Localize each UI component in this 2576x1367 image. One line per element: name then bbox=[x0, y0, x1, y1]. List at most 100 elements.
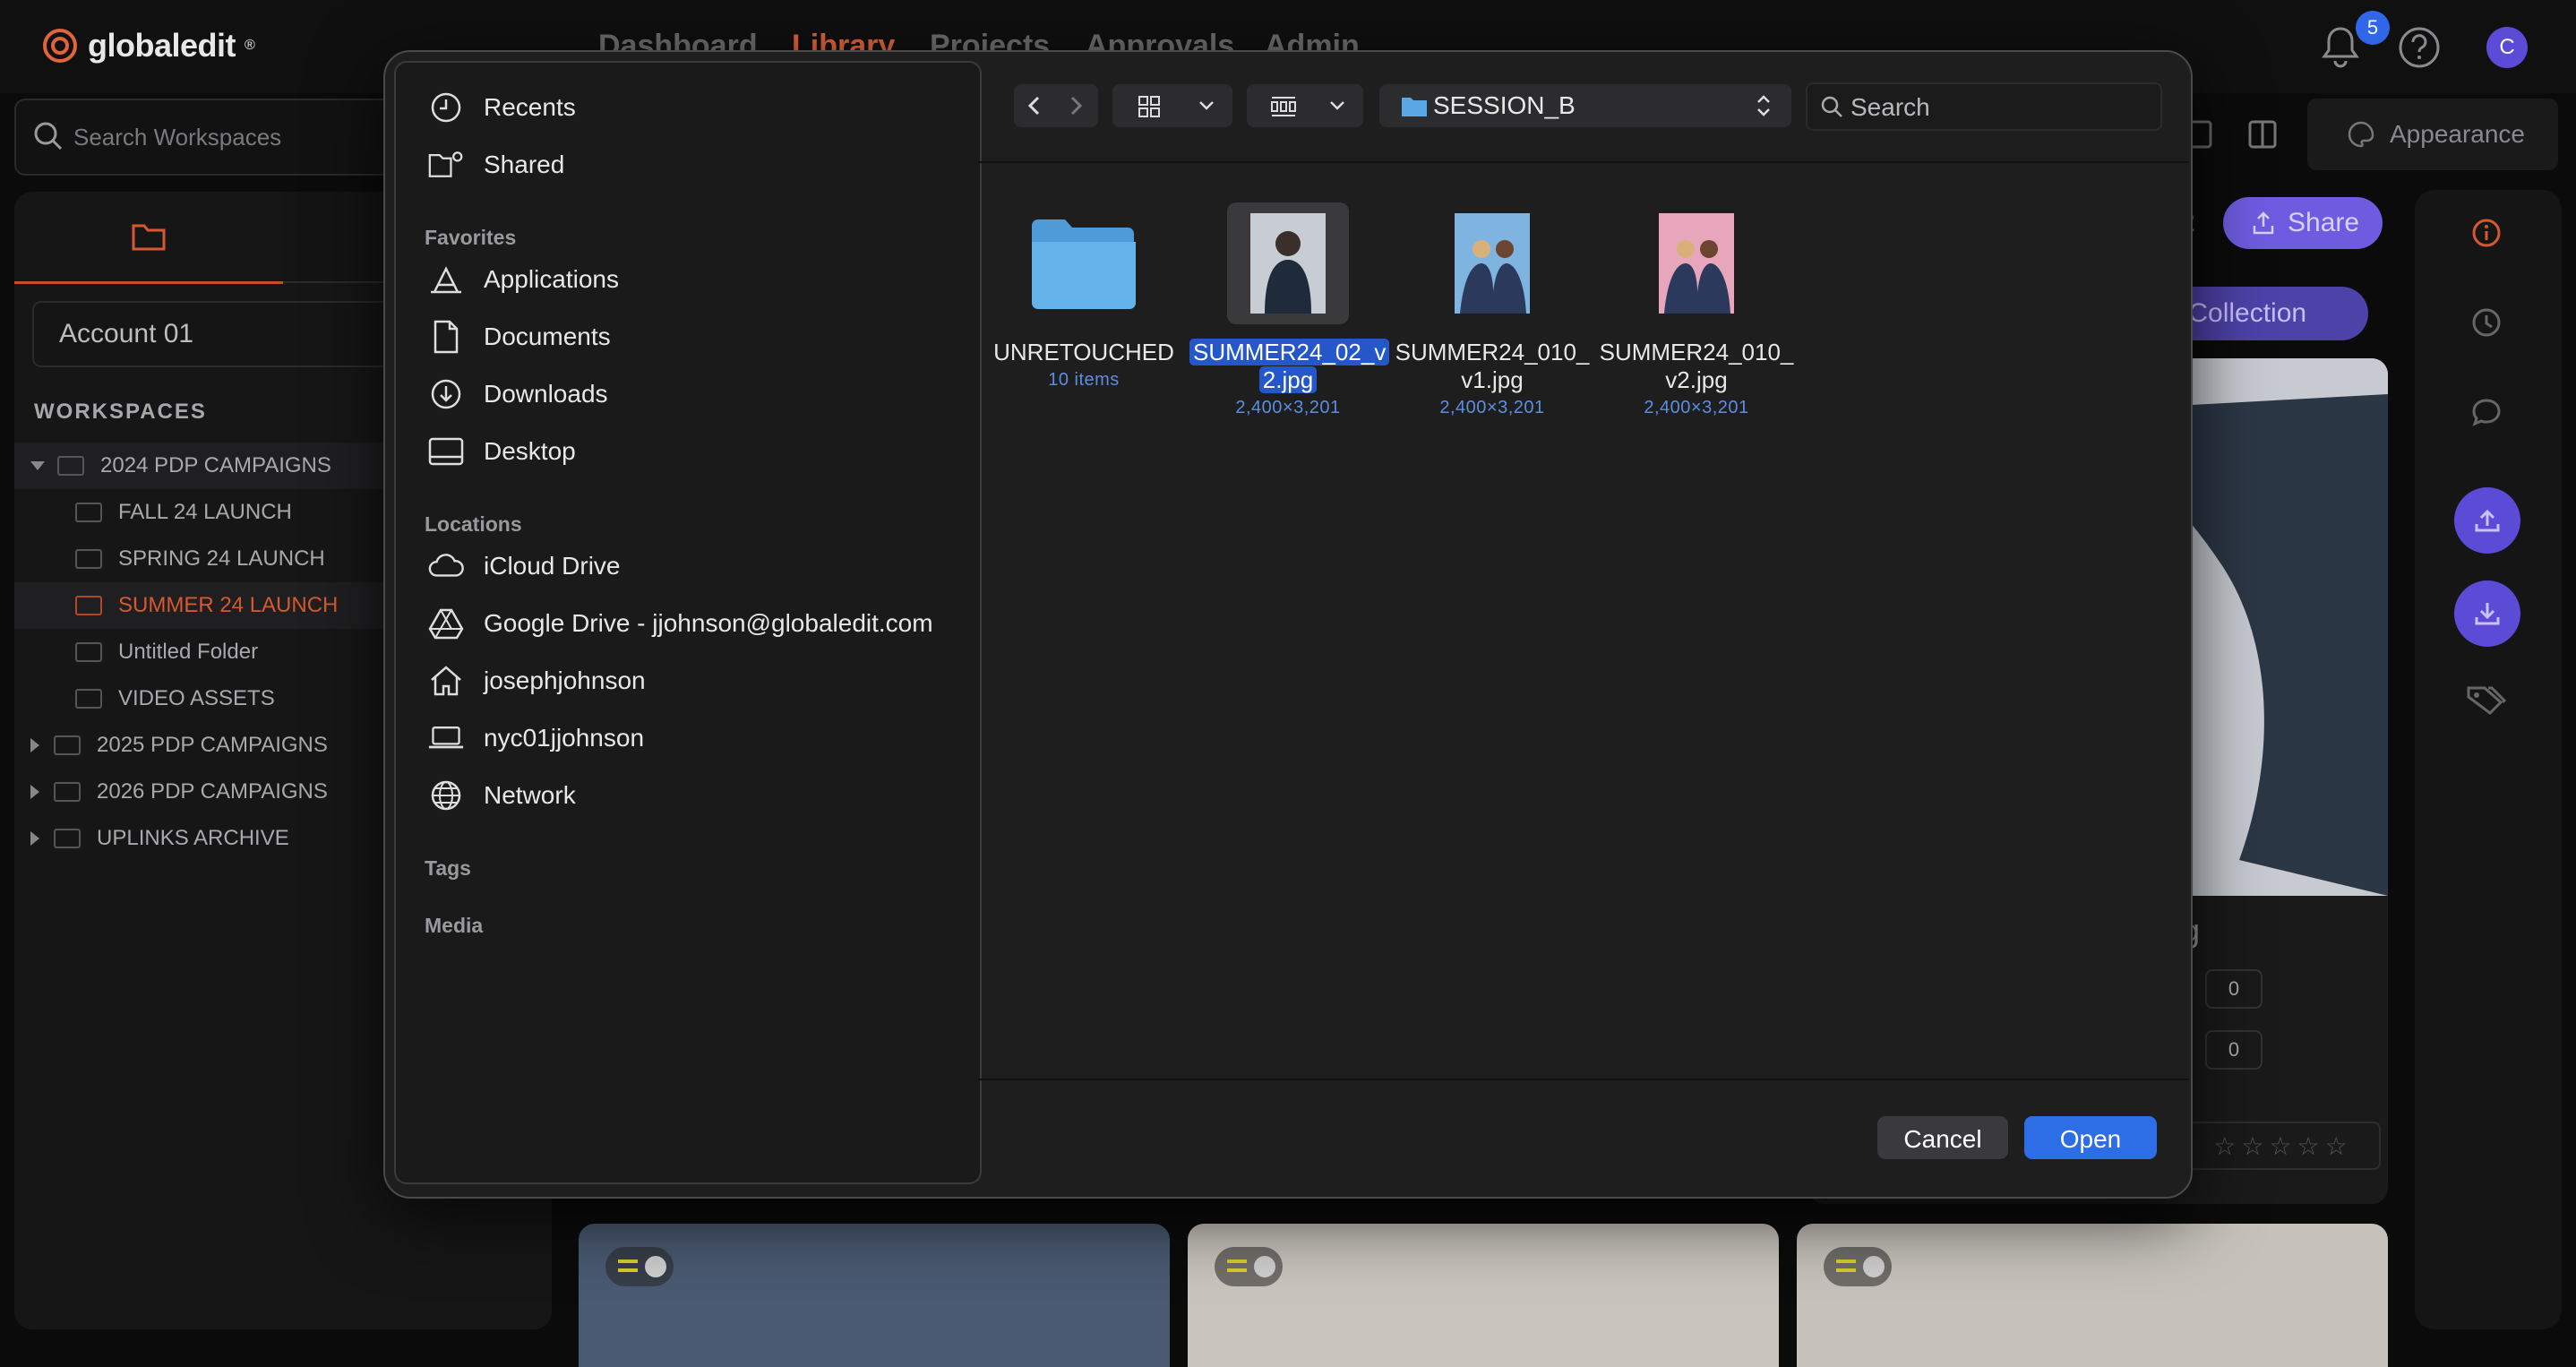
tree-item-uplinks-archive[interactable]: UPLINKS ARCHIVE bbox=[30, 815, 289, 862]
sidebar-item-desktop[interactable]: Desktop bbox=[428, 434, 576, 469]
star-rating[interactable]: ☆☆☆☆☆ bbox=[2185, 1122, 2381, 1170]
tree-item-summer-24[interactable]: SUMMER 24 LAUNCH bbox=[75, 582, 338, 629]
asset-status-pill[interactable] bbox=[1824, 1247, 1892, 1286]
split-view-icon[interactable] bbox=[2246, 118, 2279, 150]
sidebar-item-documents[interactable]: Documents bbox=[428, 319, 611, 355]
file-name-line1: SUMMER24_02_v bbox=[1189, 339, 1390, 365]
search-icon bbox=[1821, 96, 1842, 117]
open-label: Open bbox=[2059, 1125, 2122, 1153]
dialog-search-input[interactable]: Search bbox=[1806, 82, 2162, 131]
workspaces-heading: WORKSPACES bbox=[34, 400, 207, 424]
photo-thumbnail bbox=[1250, 213, 1326, 314]
file-item-folder[interactable]: UNRETOUCHED 10 items bbox=[985, 202, 1182, 391]
document-icon bbox=[428, 319, 464, 355]
asset-status-pill[interactable] bbox=[605, 1247, 674, 1286]
file-name: SUMMER24_010_ v1.jpg bbox=[1394, 339, 1591, 394]
asset-thumbnail[interactable] bbox=[579, 1224, 1170, 1367]
group-icon bbox=[1271, 97, 1296, 116]
file-item-selected[interactable]: SUMMER24_02_v 2.jpg 2,400×3,201 bbox=[1189, 202, 1390, 418]
expand-caret-icon[interactable] bbox=[30, 785, 39, 799]
upload-button[interactable] bbox=[2454, 487, 2520, 554]
cancel-label: Cancel bbox=[1903, 1125, 1982, 1153]
asset-thumbnail[interactable] bbox=[1797, 1224, 2388, 1367]
desktop-icon bbox=[428, 434, 464, 469]
image-thumbnail bbox=[1431, 202, 1553, 324]
tree-item-2025-pdp-campaigns[interactable]: 2025 PDP CAMPAIGNS bbox=[30, 722, 328, 769]
path-selector[interactable]: SESSION_B bbox=[1379, 84, 1791, 127]
asset-thumbnail[interactable] bbox=[1188, 1224, 1779, 1367]
upload-icon bbox=[2475, 509, 2500, 532]
sidebar-item-applications[interactable]: Applications bbox=[428, 262, 619, 297]
sidebar-item-label: iCloud Drive bbox=[484, 552, 621, 580]
sidebar-item-icloud-drive[interactable]: iCloud Drive bbox=[428, 548, 621, 584]
open-button[interactable]: Open bbox=[2024, 1116, 2157, 1159]
globe-icon bbox=[428, 778, 464, 813]
tags-icon[interactable] bbox=[2465, 683, 2508, 718]
tree-item-untitled-folder[interactable]: Untitled Folder bbox=[75, 629, 258, 675]
sidebar-item-home[interactable]: josephjohnson bbox=[428, 663, 646, 699]
asset-status-pill[interactable] bbox=[1215, 1247, 1283, 1286]
media-heading[interactable]: Media bbox=[425, 914, 483, 938]
expand-caret-icon[interactable] bbox=[30, 738, 39, 752]
tab-folders[interactable] bbox=[14, 192, 283, 284]
chevron-down-icon bbox=[1199, 101, 1214, 110]
sidebar-item-computer[interactable]: nyc01jjohnson bbox=[428, 720, 644, 756]
sidebar-item-label: josephjohnson bbox=[484, 666, 646, 694]
account-selector[interactable]: Account 01 bbox=[32, 301, 430, 367]
search-icon bbox=[32, 120, 64, 152]
locations-heading: Locations bbox=[425, 512, 522, 536]
folder-icon bbox=[75, 642, 102, 662]
back-forward-control bbox=[1014, 84, 1098, 127]
tree-item-label: 2026 PDP CAMPAIGNS bbox=[97, 779, 328, 804]
tree-item-fall-24[interactable]: FALL 24 LAUNCH bbox=[75, 489, 292, 536]
info-icon[interactable] bbox=[2470, 217, 2503, 249]
history-icon[interactable] bbox=[2470, 306, 2503, 339]
sidebar-item-label: Recents bbox=[484, 93, 576, 121]
photo-thumbnail bbox=[1659, 213, 1734, 314]
file-name-line1: SUMMER24_010_ bbox=[1599, 339, 1794, 365]
file-name-line2: v2.jpg bbox=[1665, 366, 1728, 393]
file-item[interactable]: SUMMER24_010_ v2.jpg 2,400×3,201 bbox=[1598, 202, 1795, 418]
globaledit-logo-icon bbox=[43, 29, 77, 63]
help-icon[interactable] bbox=[2397, 25, 2442, 70]
folder-icon bbox=[75, 689, 102, 709]
image-thumbnail bbox=[1636, 202, 1757, 324]
chevron-down-icon bbox=[1330, 101, 1344, 110]
share-button[interactable]: Share bbox=[2223, 197, 2383, 249]
workspace-search-input[interactable]: Search Workspaces bbox=[14, 99, 394, 176]
tree-item-spring-24[interactable]: SPRING 24 LAUNCH bbox=[75, 536, 325, 582]
tags-heading[interactable]: Tags bbox=[425, 856, 471, 881]
tree-item-2026-pdp-campaigns[interactable]: 2026 PDP CAMPAIGNS bbox=[30, 769, 328, 815]
status-icon bbox=[1836, 1260, 1856, 1272]
comment-icon[interactable] bbox=[2470, 396, 2503, 428]
view-mode-selector[interactable] bbox=[1112, 84, 1232, 127]
appearance-button[interactable]: Appearance bbox=[2307, 99, 2558, 170]
workspace-icon bbox=[57, 456, 84, 476]
sidebar-item-label: Google Drive - jjohnson@globaledit.com bbox=[484, 609, 933, 637]
file-name-line2: 2.jpg bbox=[1258, 366, 1318, 393]
cancel-button[interactable]: Cancel bbox=[1877, 1116, 2008, 1159]
workspace-icon bbox=[54, 829, 81, 848]
tree-item-label: UPLINKS ARCHIVE bbox=[97, 826, 289, 850]
user-avatar[interactable]: C bbox=[2486, 27, 2528, 68]
sidebar-item-downloads[interactable]: Downloads bbox=[428, 376, 608, 412]
expand-caret-icon[interactable] bbox=[30, 461, 45, 470]
folder-icon bbox=[1032, 219, 1136, 309]
expand-caret-icon[interactable] bbox=[30, 831, 39, 846]
icon-view-icon bbox=[1138, 96, 1160, 117]
file-name: SUMMER24_02_v 2.jpg bbox=[1189, 339, 1390, 394]
back-arrow-icon[interactable] bbox=[1025, 95, 1044, 116]
tree-item-video-assets[interactable]: VIDEO ASSETS bbox=[75, 675, 275, 722]
sidebar-item-recents[interactable]: Recents bbox=[428, 90, 576, 125]
group-by-selector[interactable] bbox=[1247, 84, 1363, 127]
file-meta: 10 items bbox=[1048, 370, 1120, 390]
workspace-search-placeholder: Search Workspaces bbox=[73, 124, 282, 150]
app-logo[interactable]: globaledit ® bbox=[41, 27, 255, 64]
download-button[interactable] bbox=[2454, 580, 2520, 647]
tree-item-2024-pdp-campaigns[interactable]: 2024 PDP CAMPAIGNS bbox=[30, 443, 331, 489]
file-item[interactable]: SUMMER24_010_ v1.jpg 2,400×3,201 bbox=[1394, 202, 1591, 418]
forward-arrow-icon[interactable] bbox=[1066, 95, 1086, 116]
sidebar-item-network[interactable]: Network bbox=[428, 778, 576, 813]
sidebar-item-shared[interactable]: Shared bbox=[428, 147, 564, 183]
sidebar-item-google-drive[interactable]: Google Drive - jjohnson@globaledit.com bbox=[428, 606, 933, 641]
